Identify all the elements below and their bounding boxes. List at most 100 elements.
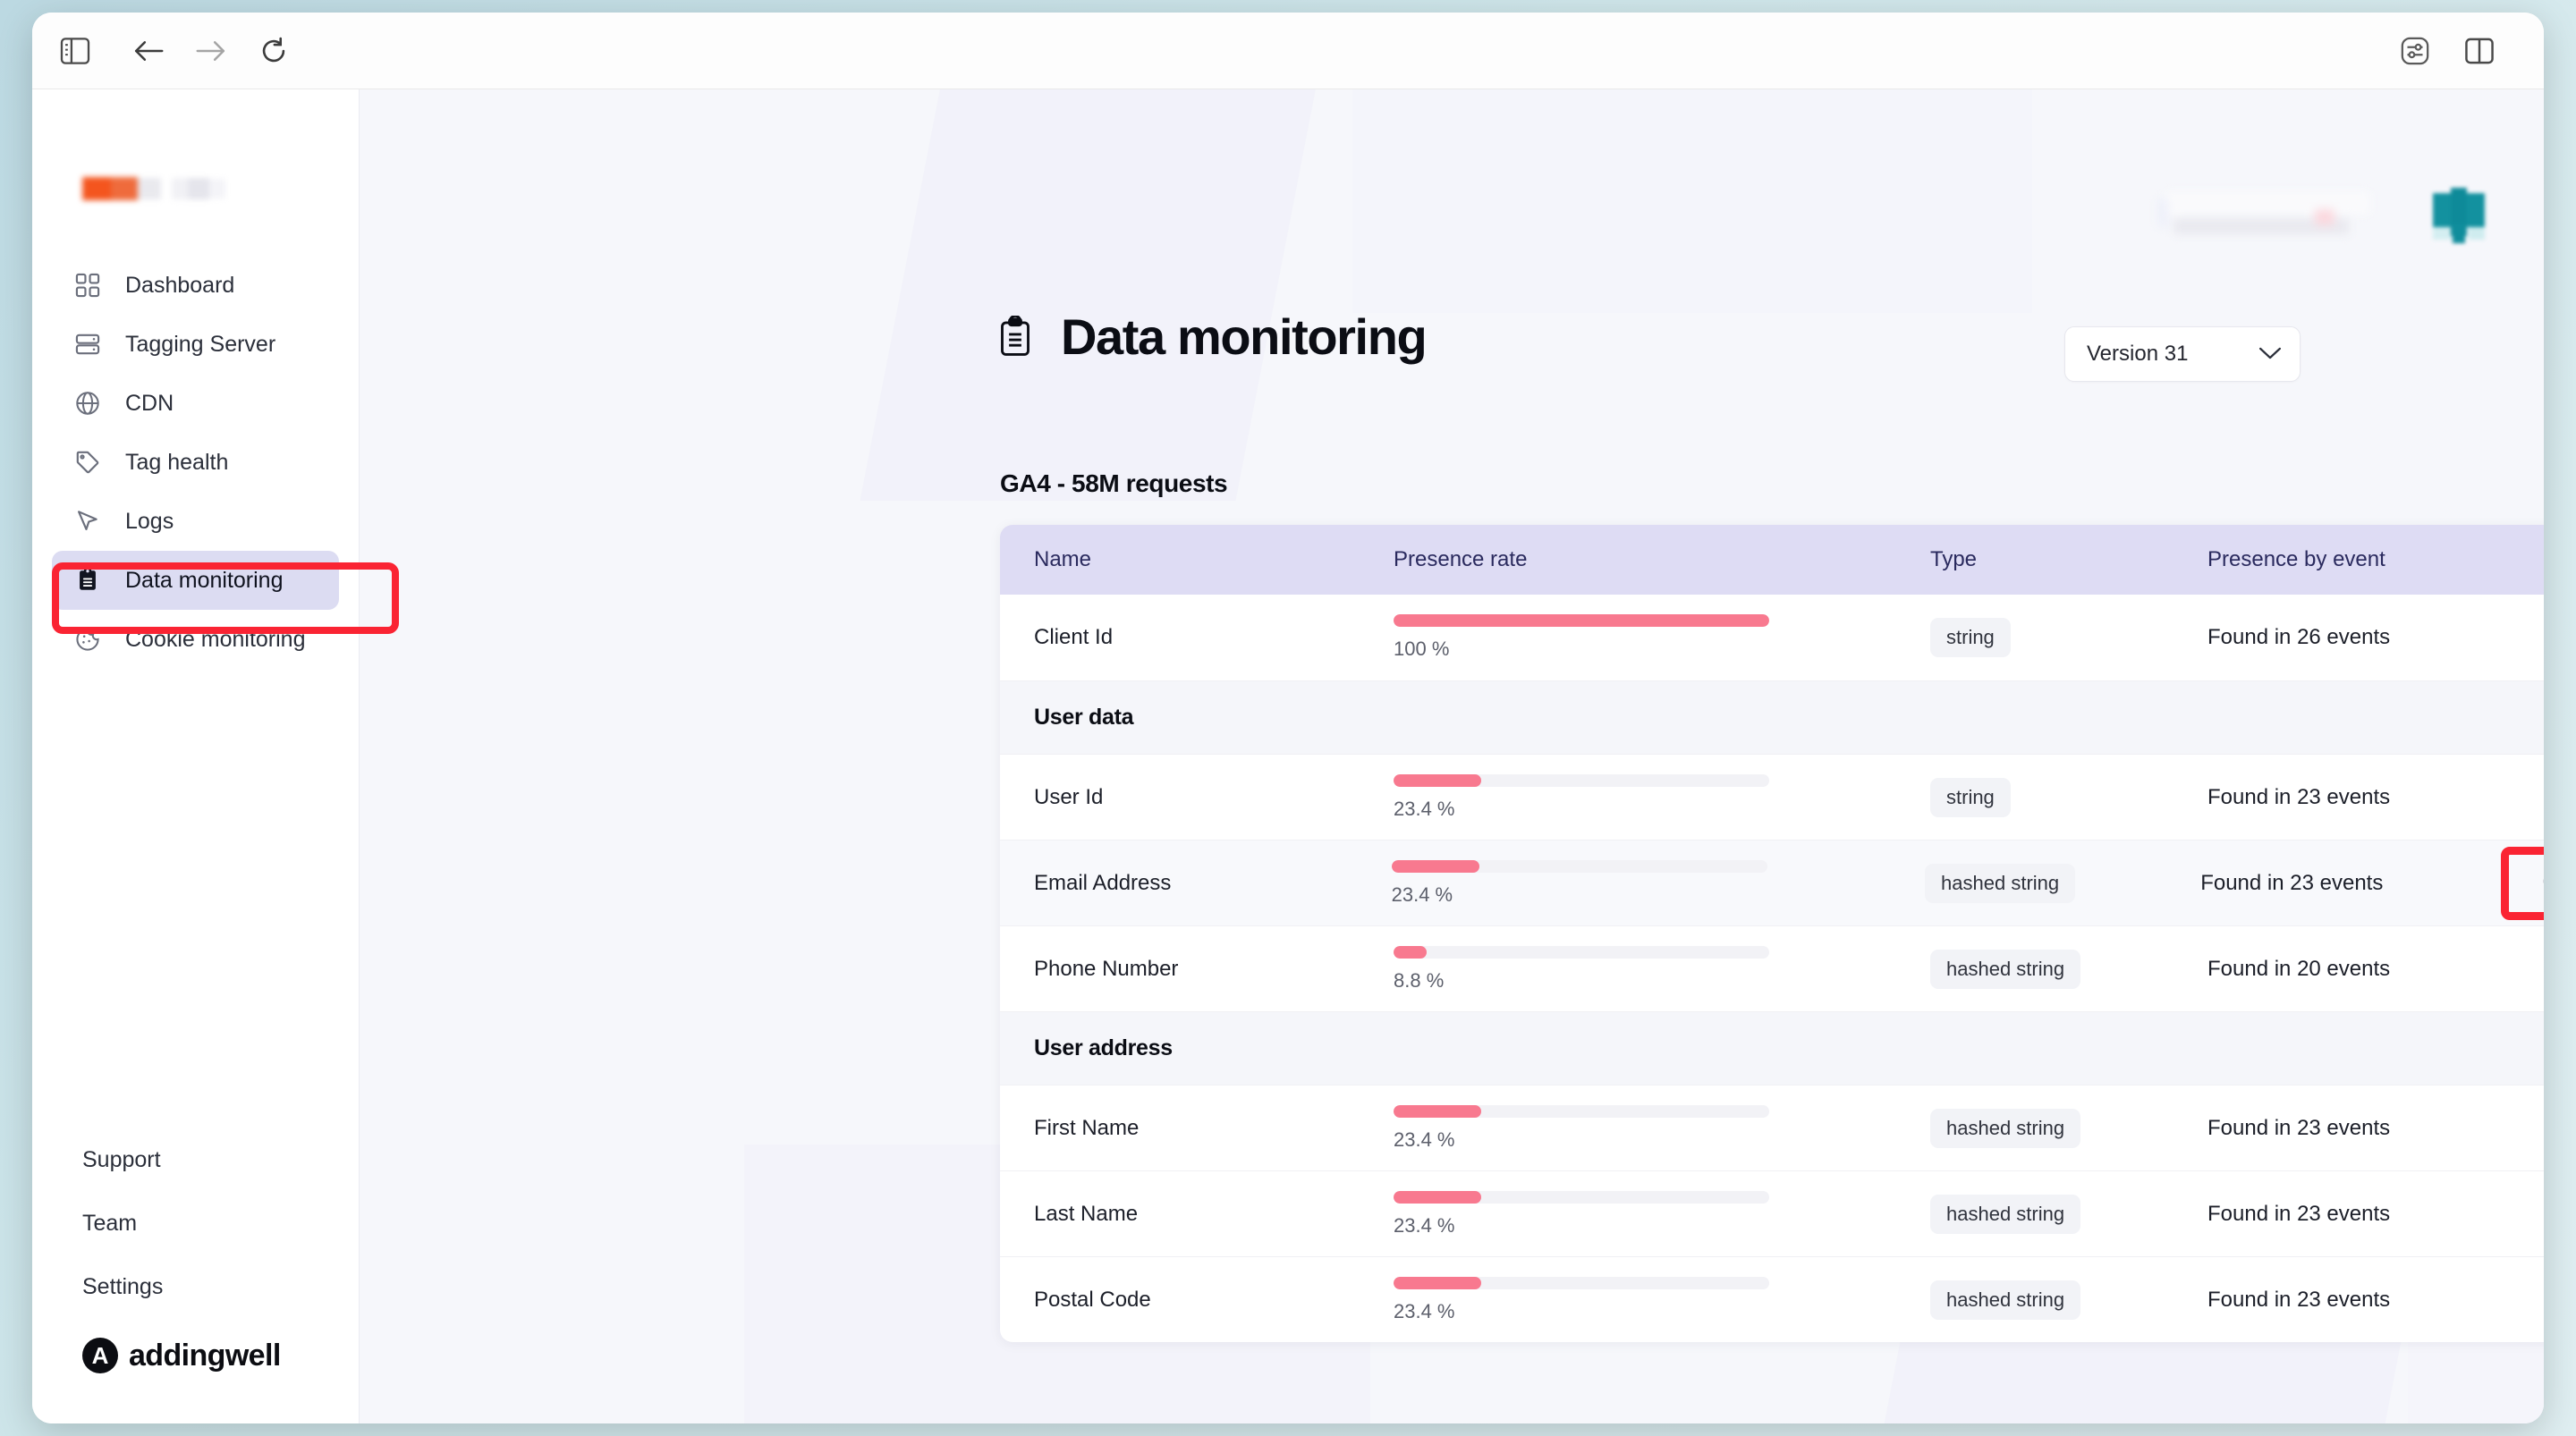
data-monitoring-table: Name Presence rate Type Presence by even… xyxy=(1000,525,2544,1342)
cell-name: Postal Code xyxy=(1034,1287,1151,1312)
sidebar-item-cookie-monitoring[interactable]: Cookie monitoring xyxy=(52,610,339,669)
sidebar-item-cdn[interactable]: CDN xyxy=(52,374,339,433)
presence-rate-bar xyxy=(1391,859,1767,873)
presence-rate-bar xyxy=(1394,945,1769,959)
table-row[interactable]: First Name 23.4 % hashed string Found in 23… xyxy=(1000,1085,2544,1170)
column-header-presence-by-event: Presence by event xyxy=(2207,547,2385,571)
sidebar-footer: Support Team Settings A addingwell xyxy=(32,1147,359,1423)
sidebar-link-team[interactable]: Team xyxy=(82,1211,359,1237)
column-header-presence-rate: Presence rate xyxy=(1394,547,1528,571)
sidebar-item-label: Cookie monitoring xyxy=(125,626,306,652)
cell-presence-rate: 8.8 % xyxy=(1394,945,1930,993)
cell-name: Client Id xyxy=(1034,625,1114,649)
sidebar-item-label: Dashboard xyxy=(125,272,235,298)
back-icon[interactable] xyxy=(125,28,172,74)
presence-rate-label: 8.8 % xyxy=(1394,968,1445,992)
browser-window: Dashboard Tagging Server CDN Tag health … xyxy=(32,13,2544,1423)
sidebar-item-label: Tagging Server xyxy=(125,331,276,357)
cookie-icon xyxy=(73,625,102,654)
table-row[interactable]: Client Id 100 % string Found in 26 events xyxy=(1000,595,2544,680)
sidebar-item-label: Tag health xyxy=(125,449,229,475)
cell-name: Last Name xyxy=(1034,1201,1139,1226)
cell-actions xyxy=(2529,857,2544,909)
clipboard-icon xyxy=(996,315,1036,359)
table-row[interactable]: Postal Code 23.4 % hashed string Found in 2… xyxy=(1000,1256,2544,1342)
presence-rate-bar xyxy=(1394,1276,1769,1289)
table-group-row: User address xyxy=(1000,1011,2544,1085)
column-header-name: Name xyxy=(1034,547,1092,571)
table-row[interactable]: User Id 23.4 % string Found in 23 events xyxy=(1000,754,2544,840)
column-header-type: Type xyxy=(1930,547,1978,571)
cell-presence-rate: 23.4 % xyxy=(1394,1190,1930,1237)
split-view-icon[interactable] xyxy=(2456,28,2503,74)
sidebar-item-label: CDN xyxy=(125,390,174,416)
forward-icon[interactable] xyxy=(188,28,234,74)
cell-presence-by-event: Found in 26 events xyxy=(2207,625,2391,649)
app-page: Dashboard Tagging Server CDN Tag health … xyxy=(32,89,2544,1423)
cell-presence-by-event: Found in 23 events xyxy=(2207,1201,2391,1226)
type-badge: hashed string xyxy=(1930,949,2081,989)
cell-name: User Id xyxy=(1034,784,1104,809)
type-badge: hashed string xyxy=(1925,863,2076,903)
type-badge: hashed string xyxy=(1930,1280,2081,1320)
server-icon xyxy=(73,330,102,359)
cell-presence-by-event: Found in 23 events xyxy=(2207,784,2391,809)
decorative-shape xyxy=(860,89,1326,501)
presence-rate-label: 100 % xyxy=(1394,638,1450,660)
sidebar-item-tagging-server[interactable]: Tagging Server xyxy=(52,315,339,374)
presence-rate-label: 23.4 % xyxy=(1394,1299,1455,1322)
addingwell-mark: A xyxy=(82,1338,118,1373)
presence-rate-label: 23.4 % xyxy=(1394,1213,1455,1237)
tag-icon xyxy=(73,448,102,477)
tune-icon[interactable] xyxy=(2392,28,2438,74)
sidebar: Dashboard Tagging Server CDN Tag health … xyxy=(32,89,399,1423)
type-badge: hashed string xyxy=(1930,1194,2081,1234)
cell-presence-by-event: Found in 23 events xyxy=(2207,1115,2391,1140)
presence-rate-label: 23.4 % xyxy=(1394,1128,1455,1151)
cell-presence-rate: 23.4 % xyxy=(1394,1276,1930,1323)
type-badge: string xyxy=(1930,777,2011,817)
presence-rate-bar xyxy=(1394,614,1769,627)
desktop-backdrop: Dashboard Tagging Server CDN Tag health … xyxy=(0,0,2576,1436)
sidebar-link-settings[interactable]: Settings xyxy=(82,1274,359,1300)
group-label: User data xyxy=(1034,705,1134,730)
cell-name: Email Address xyxy=(1034,870,1172,895)
section-title: GA4 - 58M requests xyxy=(1000,469,1228,497)
version-selector-value: Version 31 xyxy=(2087,342,2189,366)
sidebar-toggle-icon[interactable] xyxy=(52,28,98,74)
sidebar-item-tag-health[interactable]: Tag health xyxy=(52,433,339,492)
globe-icon xyxy=(73,389,102,418)
type-badge: string xyxy=(1930,618,2011,657)
sidebar-link-support[interactable]: Support xyxy=(82,1147,359,1173)
sidebar-item-data-monitoring[interactable]: Data monitoring xyxy=(52,551,339,610)
sidebar-item-label: Data monitoring xyxy=(125,567,284,593)
workspace-logo xyxy=(82,175,225,202)
table-row[interactable]: Email Address 23.4 % hashed string Found in… xyxy=(1000,840,2544,925)
reload-icon[interactable] xyxy=(250,28,297,74)
sidebar-item-logs[interactable]: Logs xyxy=(52,492,339,551)
cell-name: Phone Number xyxy=(1034,956,1179,981)
presence-rate-label: 23.4 % xyxy=(1391,883,1453,906)
version-selector[interactable]: Version 31 xyxy=(2064,326,2301,382)
table-body: Client Id 100 % string Found in 26 events Us… xyxy=(1000,595,2544,1342)
cell-presence-by-event: Found in 23 events xyxy=(2207,1287,2391,1312)
presence-rate-bar xyxy=(1394,1104,1769,1118)
cell-presence-by-event: Found in 23 events xyxy=(2200,870,2384,895)
addingwell-logo: A addingwell xyxy=(82,1338,359,1373)
avatar[interactable] xyxy=(2431,188,2487,243)
table-row[interactable]: Last Name 23.4 % hashed string Found in 23 … xyxy=(1000,1170,2544,1256)
row-action-search-icon[interactable] xyxy=(2529,857,2544,909)
group-label: User address xyxy=(1034,1035,1173,1060)
presence-rate-bar xyxy=(1394,773,1769,787)
cursor-icon xyxy=(73,507,102,536)
decorative-shape xyxy=(1352,89,2032,313)
table-group-row: User data xyxy=(1000,680,2544,754)
type-badge: hashed string xyxy=(1930,1108,2081,1148)
table-row[interactable]: Phone Number 8.8 % hashed string Found in 2… xyxy=(1000,925,2544,1011)
table-header-row: Name Presence rate Type Presence by even… xyxy=(1000,525,2544,595)
cell-name: First Name xyxy=(1034,1115,1140,1140)
sidebar-item-dashboard[interactable]: Dashboard xyxy=(52,256,339,315)
cell-presence-rate: 23.4 % xyxy=(1394,773,1930,821)
addingwell-wordmark: addingwell xyxy=(129,1338,281,1373)
cell-presence-rate: 23.4 % xyxy=(1391,859,1925,907)
